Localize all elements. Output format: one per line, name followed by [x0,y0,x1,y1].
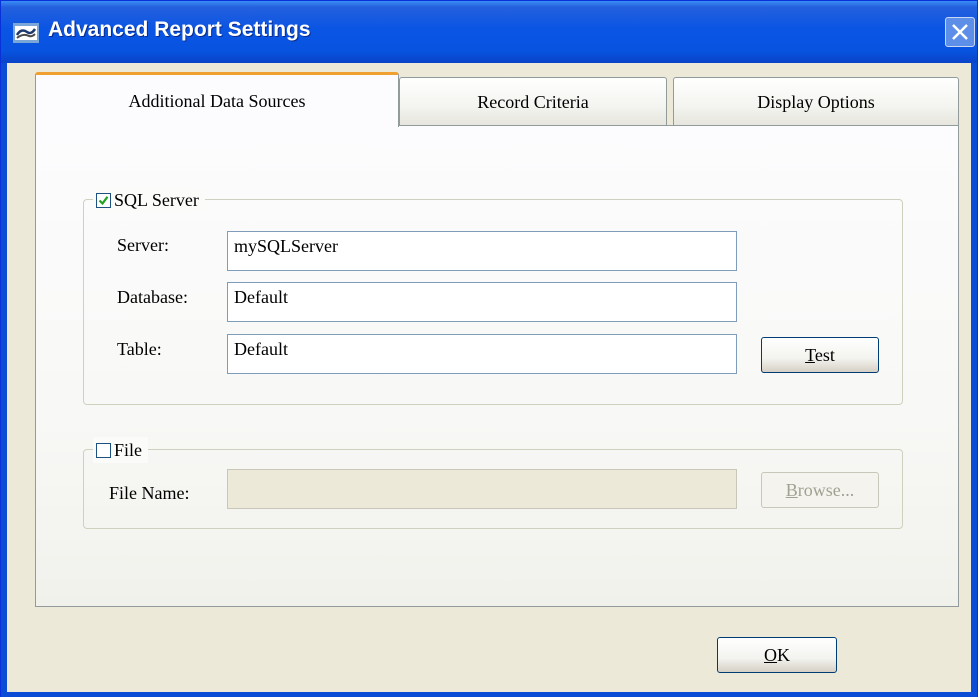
sql-server-checkbox[interactable] [96,192,111,208]
ok-button[interactable]: OK [717,637,837,673]
sql-server-label[interactable]: SQL Server [114,190,199,211]
file-checkbox[interactable] [96,442,111,458]
tab-display-options[interactable]: Display Options [673,77,959,125]
file-name-input[interactable] [227,469,737,509]
window-frame-right [971,63,977,697]
database-input[interactable]: Default [227,282,737,322]
close-button[interactable] [945,17,975,47]
title-bar[interactable]: Advanced Report Settings [1,1,977,63]
file-legend: File [93,437,149,463]
sql-server-legend: SQL Server [93,187,205,213]
test-button-mnemonic: T [805,345,815,365]
checkmark-icon [98,195,109,205]
app-icon [13,23,39,43]
browse-button-label: rowse... [797,480,855,500]
window-frame-left [1,63,7,697]
ok-button-mnemonic: O [764,645,777,665]
window-title: Advanced Report Settings [48,18,311,41]
file-name-label: File Name: [109,483,190,503]
table-label: Table: [117,339,162,359]
browse-button[interactable]: Browse... [761,472,879,508]
server-label: Server: [117,235,169,255]
table-input[interactable]: Default [227,334,737,374]
server-input[interactable]: mySQLServer [227,231,737,271]
test-button-label: est [814,345,835,365]
tab-record-criteria[interactable]: Record Criteria [399,77,667,125]
ok-button-label: K [777,645,790,665]
database-label: Database: [117,287,188,307]
file-label[interactable]: File [114,440,142,461]
browse-button-mnemonic: B [785,480,798,500]
window-frame-bottom [1,692,977,697]
dialog-window: Advanced Report Settings Additional Data… [0,0,978,697]
tab-additional-data-sources[interactable]: Additional Data Sources [35,72,399,127]
close-icon [952,24,968,40]
test-button[interactable]: Test [761,337,879,373]
